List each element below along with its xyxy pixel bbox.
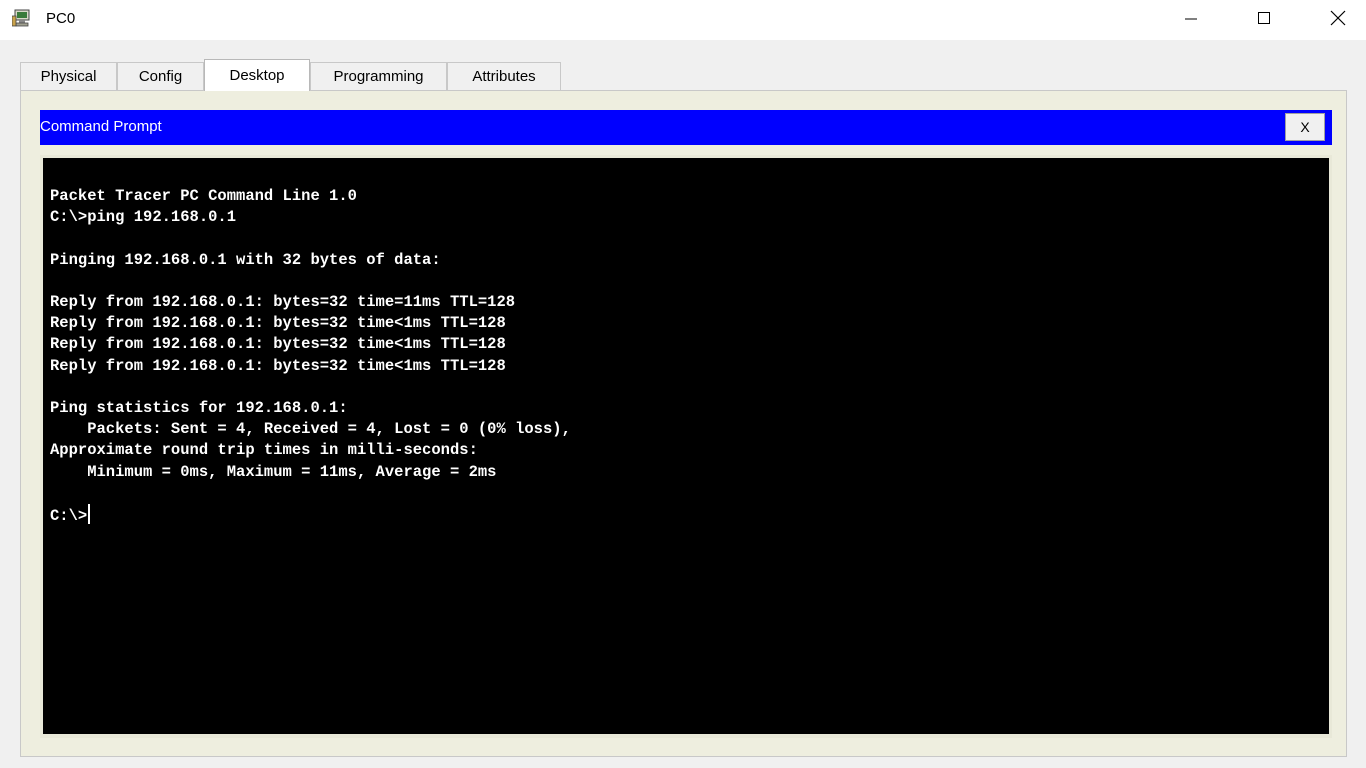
- text-cursor: [88, 504, 91, 525]
- tab-programming[interactable]: Programming: [310, 62, 447, 90]
- terminal-lines: Packet Tracer PC Command Line 1.0 C:\>pi…: [50, 187, 571, 481]
- minimize-button[interactable]: [1168, 0, 1214, 36]
- minimize-icon: [1185, 18, 1197, 20]
- tab-desktop[interactable]: Desktop: [204, 59, 310, 91]
- terminal-prompt: C:\>: [50, 507, 88, 526]
- title-bar: PC0: [0, 0, 1366, 40]
- command-prompt-title: Command Prompt: [40, 118, 162, 135]
- tab-attributes[interactable]: Attributes: [447, 62, 561, 90]
- close-button[interactable]: [1315, 0, 1361, 36]
- pc-icon: [11, 8, 34, 28]
- terminal-output: Packet Tracer PC Command Line 1.0 C:\>pi…: [50, 186, 571, 527]
- window-title: PC0: [46, 10, 76, 27]
- command-prompt-close-button[interactable]: X: [1285, 113, 1325, 141]
- tab-physical[interactable]: Physical: [20, 62, 117, 90]
- maximize-button[interactable]: [1241, 0, 1287, 36]
- close-icon: [1330, 10, 1346, 26]
- tab-config[interactable]: Config: [117, 62, 204, 90]
- terminal[interactable]: Packet Tracer PC Command Line 1.0 C:\>pi…: [43, 158, 1329, 734]
- command-prompt-header: Command Prompt X: [40, 110, 1332, 145]
- maximize-icon: [1258, 12, 1270, 24]
